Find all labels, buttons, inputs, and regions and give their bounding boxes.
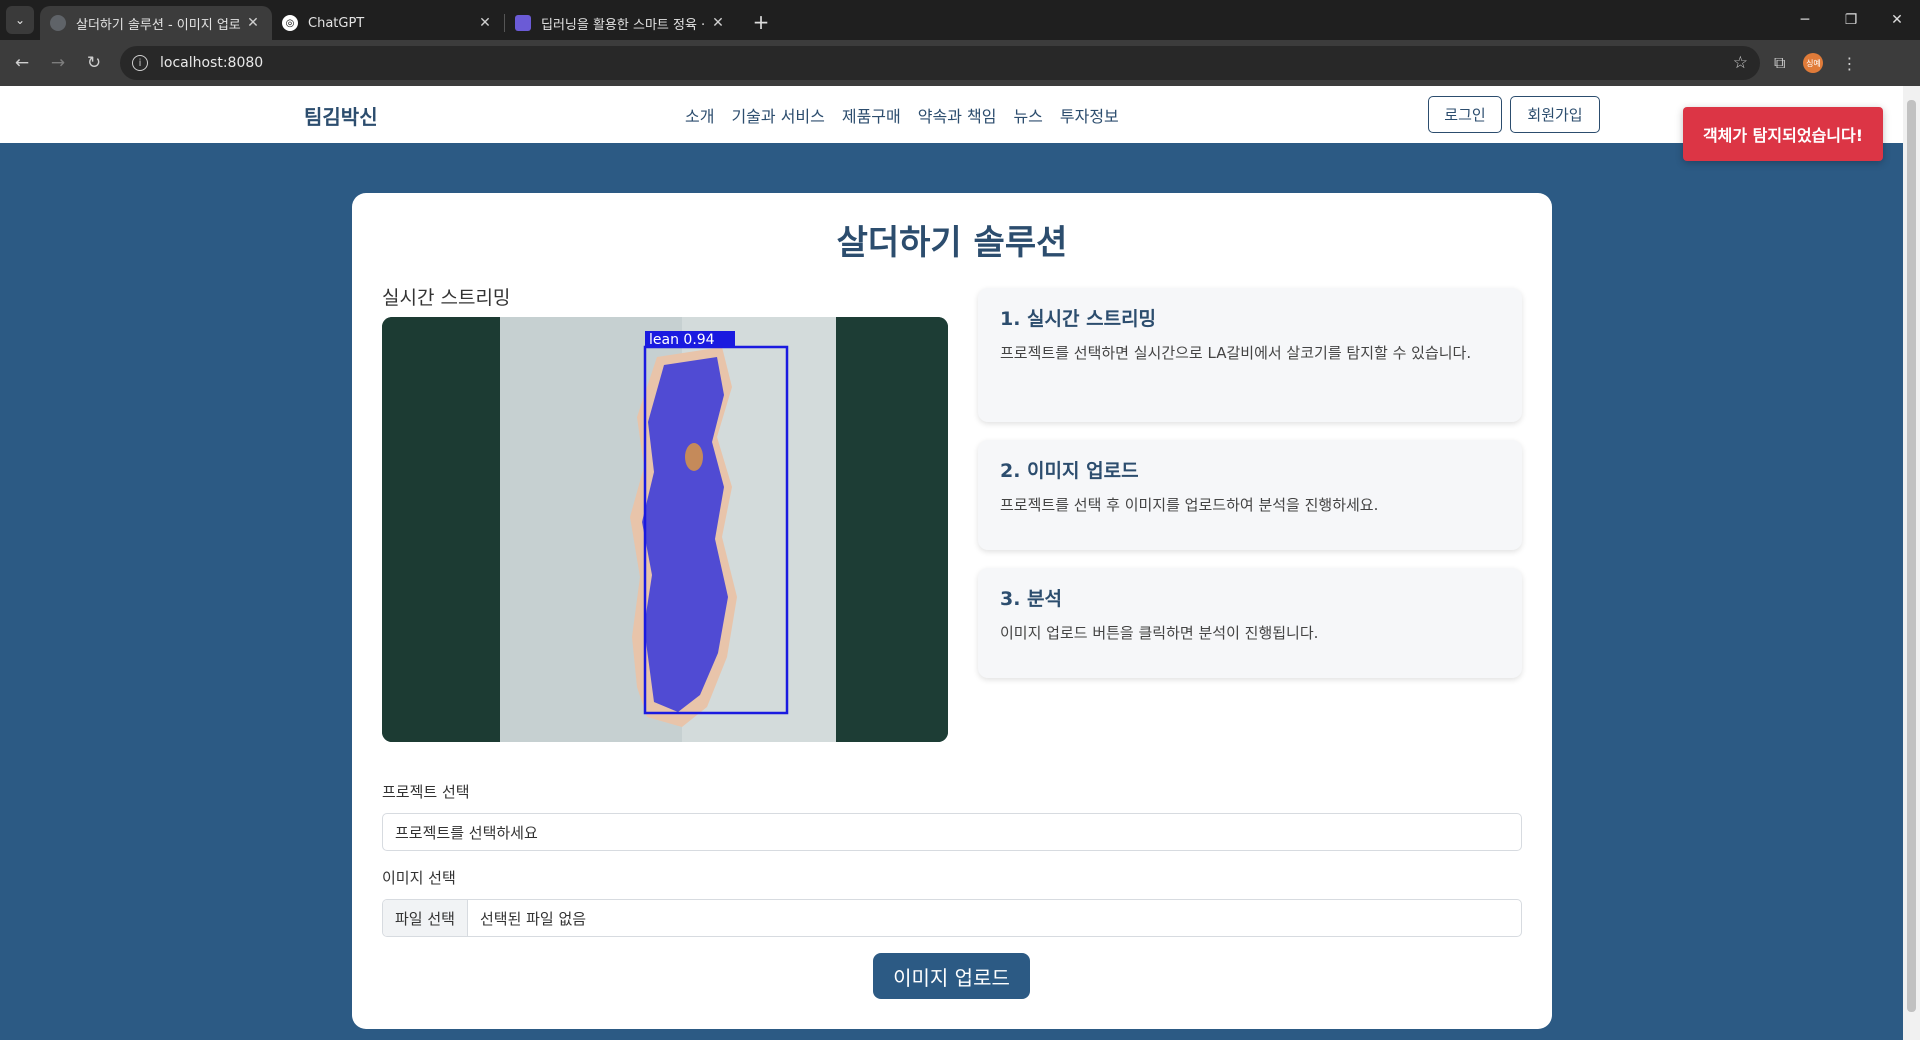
menu-item-about[interactable]: 소개 bbox=[685, 103, 714, 127]
upload-button[interactable]: 이미지 업로드 bbox=[873, 953, 1030, 999]
image-file-input[interactable]: 파일 선택 선택된 파일 없음 bbox=[382, 899, 1522, 937]
new-tab-button[interactable]: + bbox=[749, 10, 773, 34]
frame-right-dark bbox=[836, 317, 948, 742]
fat-spot bbox=[685, 443, 703, 471]
restore-icon[interactable]: ❐ bbox=[1828, 0, 1874, 40]
segmentation-mask bbox=[642, 357, 728, 712]
signup-button[interactable]: 회원가입 bbox=[1510, 96, 1600, 133]
menu-item-purchase[interactable]: 제품구매 bbox=[842, 103, 901, 127]
tab-search-button[interactable]: ⌄ bbox=[6, 6, 34, 34]
solution-card: 살더하기 솔루션 실시간 스트리밍 lean 0.94 1. 실시간 스트리밍 … bbox=[352, 193, 1552, 1029]
project-select[interactable]: 프로젝트를 선택하세요 bbox=[382, 813, 1522, 851]
shield-icon bbox=[515, 15, 531, 31]
forward-icon[interactable]: → bbox=[40, 53, 76, 73]
detection-alert: 객체가 탐지되었습니다! bbox=[1683, 107, 1883, 161]
site-brand[interactable]: 팀김박신 bbox=[304, 101, 378, 130]
more-menu-icon[interactable]: ⋮ bbox=[1841, 54, 1857, 73]
step-title: 3. 분석 bbox=[1000, 588, 1063, 610]
chatgpt-icon: ◎ bbox=[282, 15, 298, 31]
menu-item-promise[interactable]: 약속과 책임 bbox=[918, 103, 997, 127]
browser-tabbar: ⌄ 살더하기 솔루션 - 이미지 업로 ✕ ◎ ChatGPT ✕ 딥러닝을 활… bbox=[0, 0, 1920, 40]
browser-tab-chatgpt[interactable]: ◎ ChatGPT ✕ bbox=[272, 6, 504, 40]
profile-avatar[interactable]: 싱예 bbox=[1803, 53, 1824, 73]
step-card-2: 2. 이미지 업로드 프로젝트를 선택 후 이미지를 업로드하여 분석을 진행하… bbox=[978, 440, 1522, 550]
browser-toolbar: ← → ↻ i localhost:8080 ☆ ⧉ 싱예 ⋮ bbox=[0, 40, 1920, 86]
browser-tab-article[interactable]: 딥러닝을 활용한 스마트 정육 · ✕ bbox=[505, 6, 737, 40]
site-info-icon[interactable]: i bbox=[132, 55, 148, 71]
globe-icon bbox=[50, 15, 66, 31]
tab-title: 살더하기 솔루션 - 이미지 업로 bbox=[76, 17, 241, 33]
site-navbar: 팀김박신 소개 기술과 서비스 제품구매 약속과 책임 뉴스 투자정보 로그인 … bbox=[0, 86, 1903, 143]
reload-icon[interactable]: ↻ bbox=[76, 53, 112, 73]
menu-item-news[interactable]: 뉴스 bbox=[1013, 103, 1042, 127]
frame-left-dark bbox=[382, 317, 502, 742]
close-window-icon[interactable]: ✕ bbox=[1874, 0, 1920, 40]
window-controls: ─ ❐ ✕ bbox=[1782, 0, 1920, 40]
project-label: 프로젝트 선택 bbox=[382, 783, 470, 801]
bbox-label: lean 0.94 bbox=[649, 332, 715, 348]
menu-item-invest[interactable]: 투자정보 bbox=[1060, 103, 1119, 127]
page-scrollbar[interactable] bbox=[1903, 86, 1920, 1040]
page-title: 살더하기 솔루션 bbox=[836, 223, 1068, 263]
close-tab-icon[interactable]: ✕ bbox=[244, 15, 262, 31]
file-status: 선택된 파일 없음 bbox=[479, 909, 587, 928]
menu-item-tech[interactable]: 기술과 서비스 bbox=[731, 103, 824, 127]
main-menu: 소개 기술과 서비스 제품구매 약속과 책임 뉴스 투자정보 bbox=[685, 103, 1119, 127]
step-desc: 이미지 업로드 버튼을 클릭하면 분석이 진행됩니다. bbox=[1000, 624, 1319, 642]
extensions-icon[interactable]: ⧉ bbox=[1774, 53, 1785, 73]
step-card-3: 3. 분석 이미지 업로드 버튼을 클릭하면 분석이 진행됩니다. bbox=[978, 568, 1522, 678]
minimize-icon[interactable]: ─ bbox=[1782, 0, 1828, 40]
stream-view: lean 0.94 bbox=[382, 317, 948, 742]
step-card-1: 1. 실시간 스트리밍 프로젝트를 선택하면 실시간으로 LA갈비에서 살코기를… bbox=[978, 288, 1522, 422]
login-button[interactable]: 로그인 bbox=[1428, 96, 1502, 133]
address-bar[interactable]: i localhost:8080 ☆ bbox=[120, 46, 1760, 80]
browser-tab-active[interactable]: 살더하기 솔루션 - 이미지 업로 ✕ bbox=[40, 6, 272, 40]
close-tab-icon[interactable]: ✕ bbox=[709, 15, 727, 31]
stream-frame: lean 0.94 bbox=[382, 317, 948, 742]
step-title: 2. 이미지 업로드 bbox=[1000, 460, 1139, 482]
image-label: 이미지 선택 bbox=[382, 869, 456, 887]
tab-title: 딥러닝을 활용한 스마트 정육 · bbox=[541, 17, 706, 33]
back-icon[interactable]: ← bbox=[4, 53, 40, 73]
bookmark-star-icon[interactable]: ☆ bbox=[1733, 53, 1748, 73]
url-text: localhost:8080 bbox=[160, 55, 264, 71]
scrollbar-thumb[interactable] bbox=[1907, 100, 1916, 1012]
step-title: 1. 실시간 스트리밍 bbox=[1000, 308, 1157, 330]
step-desc: 프로젝트를 선택하면 실시간으로 LA갈비에서 살코기를 탐지할 수 있습니다. bbox=[1000, 344, 1472, 362]
tab-title: ChatGPT bbox=[308, 15, 365, 31]
stream-label: 실시간 스트리밍 bbox=[382, 287, 511, 309]
file-select-button[interactable]: 파일 선택 bbox=[383, 900, 468, 936]
step-desc: 프로젝트를 선택 후 이미지를 업로드하여 분석을 진행하세요. bbox=[1000, 496, 1379, 514]
close-tab-icon[interactable]: ✕ bbox=[476, 15, 494, 31]
